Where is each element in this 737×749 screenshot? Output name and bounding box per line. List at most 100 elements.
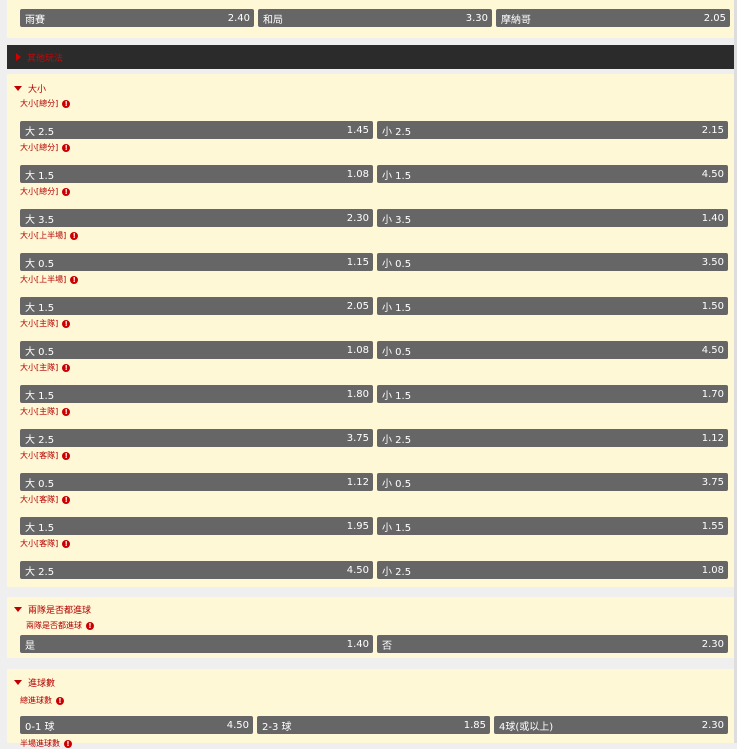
over-under-panel	[7, 74, 735, 587]
over-button[interactable]: 大 1.5 1.08	[20, 165, 373, 183]
over-button[interactable]: 大 2.5 4.50	[20, 561, 373, 579]
goals-2-3-button[interactable]: 2-3 球 1.85	[257, 716, 490, 734]
over-odds: 1.95	[346, 520, 369, 532]
market-sub-text: 大小[客隊]	[20, 495, 59, 504]
over-button[interactable]: 大 1.5 2.05	[20, 297, 373, 315]
goals-header[interactable]: 進球數	[14, 676, 55, 689]
btts-yes-label: 是	[25, 640, 35, 652]
info-icon[interactable]: !	[62, 495, 71, 504]
goals-0-1-button[interactable]: 0-1 球 4.50	[20, 716, 253, 734]
over-label: 大 2.5	[25, 566, 55, 578]
match-result-row: 雨賽 2.40 和局 3.30 摩納哥 2.05	[20, 9, 730, 27]
market-sub-label: 大小[上半場]!	[20, 274, 79, 285]
under-odds: 1.08	[701, 564, 724, 576]
info-icon[interactable]: !	[62, 99, 71, 108]
info-icon[interactable]: !	[62, 539, 71, 548]
under-button[interactable]: 小 3.5 1.40	[377, 209, 728, 227]
info-icon[interactable]: !	[86, 621, 94, 630]
info-icon[interactable]: !	[62, 187, 71, 196]
market-sub-text: 大小[上半場]	[20, 231, 67, 240]
under-button[interactable]: 小 1.5 1.50	[377, 297, 728, 315]
over-button[interactable]: 大 0.5 1.12	[20, 473, 373, 491]
draw-odds-button[interactable]: 和局 3.30	[258, 9, 492, 27]
btts-yes-button[interactable]: 是 1.40	[20, 635, 373, 653]
home-label: 雨賽	[25, 14, 45, 26]
collapse-icon	[14, 680, 22, 685]
market-sub-label: 大小[總分]!	[20, 186, 71, 197]
over-button[interactable]: 大 2.5 3.75	[20, 429, 373, 447]
home-odds-button[interactable]: 雨賽 2.40	[20, 9, 254, 27]
over-label: 大 1.5	[25, 390, 55, 402]
info-icon[interactable]: !	[64, 739, 72, 748]
goals-4-plus-button[interactable]: 4球(或以上) 2.30	[494, 716, 728, 734]
under-button[interactable]: 小 2.5 1.08	[377, 561, 728, 579]
under-odds: 1.70	[701, 388, 724, 400]
market-sub-text: 大小[主隊]	[20, 407, 59, 416]
under-label: 小 2.5	[382, 126, 412, 138]
info-icon[interactable]: !	[62, 319, 71, 328]
over-label: 大 1.5	[25, 522, 55, 534]
goals-title: 進球數	[28, 679, 56, 689]
over-button[interactable]: 大 1.5 1.95	[20, 517, 373, 535]
info-icon[interactable]: !	[62, 451, 71, 460]
market-sub-label: 大小[客隊]!	[20, 494, 71, 505]
market-sub-label: 大小[主隊]!	[20, 318, 71, 329]
draw-label: 和局	[263, 14, 283, 26]
over-under-row: 大 2.5 1.45 小 2.5 2.15	[20, 121, 728, 139]
under-button[interactable]: 小 0.5 4.50	[377, 341, 728, 359]
over-button[interactable]: 大 1.5 1.80	[20, 385, 373, 403]
over-under-row: 大 1.5 1.95 小 1.5 1.55	[20, 517, 728, 535]
market-sub-text: 大小[總分]	[20, 187, 59, 196]
market-sub-text: 大小[客隊]	[20, 451, 59, 460]
under-button[interactable]: 小 2.5 1.12	[377, 429, 728, 447]
over-under-header[interactable]: 大小	[14, 82, 46, 95]
info-icon[interactable]: !	[70, 231, 79, 240]
over-label: 大 2.5	[25, 434, 55, 446]
market-sub-label: 大小[客隊]!	[20, 538, 71, 549]
under-button[interactable]: 小 0.5 3.75	[377, 473, 728, 491]
market-sub-label: 大小[客隊]!	[20, 450, 71, 461]
btts-header[interactable]: 兩隊是否都進球	[14, 603, 91, 616]
goals-sub-text: 總進球數	[20, 696, 52, 705]
info-icon[interactable]: !	[62, 407, 71, 416]
away-odds-button[interactable]: 摩納哥 2.05	[496, 9, 730, 27]
under-button[interactable]: 小 1.5 1.55	[377, 517, 728, 535]
market-sub-text: 大小[總分]	[20, 143, 59, 152]
other-plays-bar[interactable]: 其他玩法	[7, 45, 735, 69]
market-sub-text: 大小[總分]	[20, 99, 59, 108]
info-icon[interactable]: !	[62, 143, 71, 152]
market-sub-text: 大小[上半場]	[20, 275, 67, 284]
over-odds: 3.75	[346, 432, 369, 444]
btts-no-button[interactable]: 否 2.30	[377, 635, 728, 653]
market-sub-text: 大小[主隊]	[20, 363, 59, 372]
goals-opt-odds: 4.50	[226, 719, 249, 731]
info-icon[interactable]: !	[70, 275, 79, 284]
under-button[interactable]: 小 1.5 1.70	[377, 385, 728, 403]
info-icon[interactable]: !	[56, 696, 64, 705]
goals-opt-label: 0-1 球	[25, 721, 55, 733]
over-under-row: 大 1.5 2.05 小 1.5 1.50	[20, 297, 728, 315]
draw-odds: 3.30	[465, 12, 488, 24]
under-label: 小 3.5	[382, 214, 412, 226]
over-under-row: 大 2.5 3.75 小 2.5 1.12	[20, 429, 728, 447]
over-label: 大 0.5	[25, 478, 55, 490]
under-odds: 4.50	[701, 344, 724, 356]
over-label: 大 3.5	[25, 214, 55, 226]
market-sub-label: 大小[主隊]!	[20, 362, 71, 373]
info-icon[interactable]: !	[62, 363, 71, 372]
under-button[interactable]: 小 2.5 2.15	[377, 121, 728, 139]
under-button[interactable]: 小 0.5 3.50	[377, 253, 728, 271]
over-under-row: 大 0.5 1.12 小 0.5 3.75	[20, 473, 728, 491]
under-label: 小 1.5	[382, 522, 412, 534]
under-odds: 1.55	[701, 520, 724, 532]
over-button[interactable]: 大 3.5 2.30	[20, 209, 373, 227]
under-button[interactable]: 小 1.5 4.50	[377, 165, 728, 183]
over-button[interactable]: 大 0.5 1.08	[20, 341, 373, 359]
over-odds: 1.08	[346, 168, 369, 180]
under-label: 小 0.5	[382, 258, 412, 270]
under-odds: 3.50	[701, 256, 724, 268]
over-button[interactable]: 大 2.5 1.45	[20, 121, 373, 139]
over-under-row: 大 0.5 1.08 小 0.5 4.50	[20, 341, 728, 359]
over-button[interactable]: 大 0.5 1.15	[20, 253, 373, 271]
btts-sub-label: 兩隊是否都進球 !	[26, 620, 94, 631]
